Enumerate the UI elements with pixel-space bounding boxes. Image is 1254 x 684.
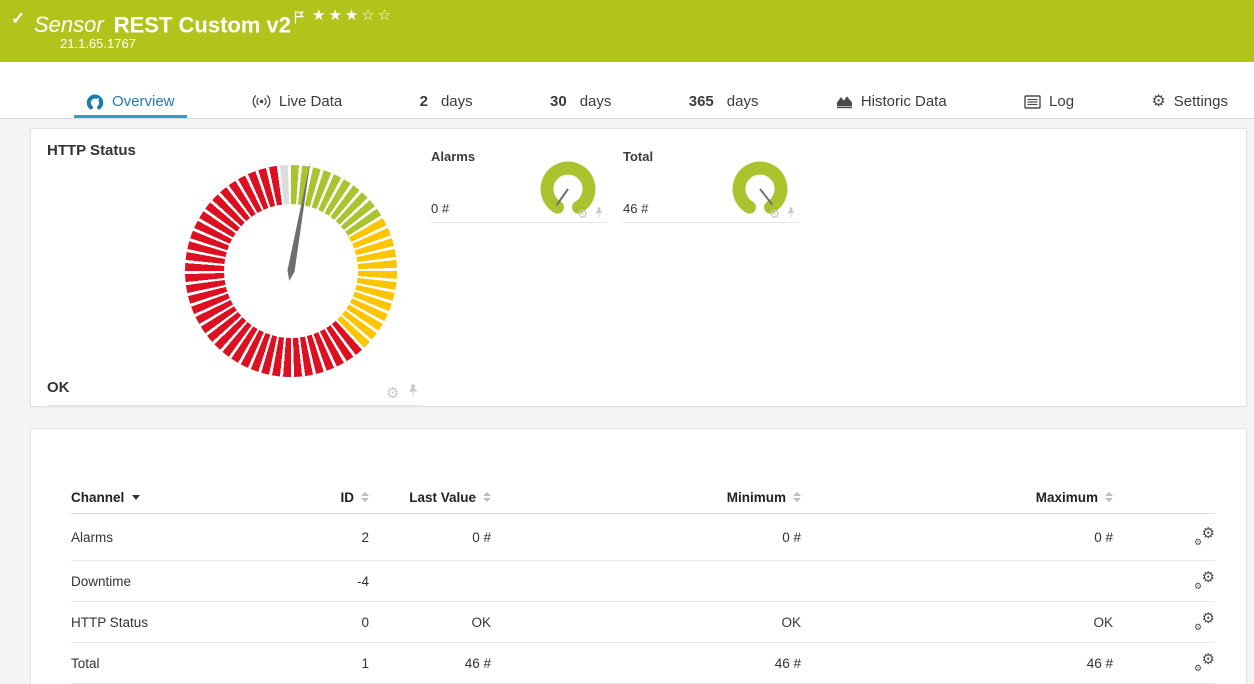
area-chart-icon	[836, 94, 853, 109]
tab-30-days-label: days	[580, 93, 612, 110]
column-header-maximum[interactable]: Maximum	[801, 490, 1113, 505]
column-header-minimum[interactable]: Minimum	[491, 490, 801, 505]
channel-maximum: 46 #	[801, 656, 1113, 671]
total-mini-panel: Total 46 # ⚙	[623, 149, 798, 223]
tab-365-days-label: days	[727, 93, 759, 110]
column-header-maximum-label: Maximum	[1036, 490, 1098, 505]
channel-id: 1	[301, 656, 369, 671]
channel-name: HTTP Status	[71, 615, 301, 630]
sensor-name: REST Custom v2	[114, 12, 291, 37]
http-status-gauge-title: HTTP Status	[47, 142, 136, 159]
channel-last-value: OK	[369, 615, 491, 630]
total-gauge-actions: ⚙	[769, 205, 796, 223]
gauge-icon	[86, 93, 104, 111]
tab-bar: Overview Live Data 2 days 30 days 365 da…	[0, 85, 1254, 119]
alarms-gauge-label: Alarms	[431, 149, 475, 164]
tab-365-days-number: 365	[689, 93, 714, 110]
channel-id: 2	[301, 530, 369, 545]
tab-30-days[interactable]: 30 days	[538, 85, 623, 118]
channel-id: -4	[301, 574, 369, 589]
status-ok-check-icon: ✓	[11, 9, 25, 29]
tab-historic-data[interactable]: Historic Data	[824, 85, 959, 118]
tab-overview-label: Overview	[112, 93, 175, 110]
tab-historic-data-label: Historic Data	[861, 93, 947, 110]
sensor-header: ✓ Sensor REST Custom v2 ★★★☆☆ 21.1.65.176…	[0, 0, 1254, 62]
sort-desc-icon	[132, 495, 140, 500]
channel-table-header: Channel ID Last Value Minimum Maximum	[71, 481, 1215, 514]
channel-last-value: 46 #	[369, 656, 491, 671]
sort-toggle-icon	[793, 492, 801, 502]
channel-id: 0	[301, 615, 369, 630]
channel-last-value: 0 #	[369, 530, 491, 545]
log-list-icon	[1024, 95, 1041, 109]
flag-icon[interactable]	[294, 4, 305, 30]
overview-gauges-panel: HTTP Status OK ⚙ Alarms 0 # ⚙	[30, 128, 1247, 407]
tab-log-label: Log	[1049, 93, 1074, 110]
alarms-gauge-value: 0 #	[431, 201, 449, 216]
tab-live-data[interactable]: Live Data	[240, 85, 354, 118]
total-gauge-value: 46 #	[623, 201, 648, 216]
channel-settings-gears-icon[interactable]: ⚙⚙	[1193, 571, 1215, 591]
total-gauge-label: Total	[623, 149, 653, 164]
gauge-settings-gear-icon[interactable]: ⚙	[577, 208, 588, 220]
priority-stars[interactable]: ★★★☆☆	[312, 6, 394, 24]
channel-minimum: 0 #	[491, 530, 801, 545]
channel-minimum: 46 #	[491, 656, 801, 671]
http-gauge-actions: ⚙	[386, 384, 419, 402]
http-status-value: OK	[47, 379, 70, 396]
column-header-last-value-label: Last Value	[409, 490, 476, 505]
channels-panel: Channel ID Last Value Minimum Maximum	[30, 428, 1247, 684]
table-row-total: Total 1 46 # 46 # 46 # ⚙⚙	[71, 643, 1215, 684]
page-content: HTTP Status OK ⚙ Alarms 0 # ⚙	[0, 119, 1254, 684]
channel-maximum: OK	[801, 615, 1113, 630]
channel-maximum: 0 #	[801, 530, 1113, 545]
live-signal-icon	[252, 94, 271, 109]
column-header-id[interactable]: ID	[301, 490, 369, 505]
tab-2-days[interactable]: 2 days	[408, 85, 485, 118]
gauge-settings-gear-icon[interactable]: ⚙	[386, 386, 399, 401]
column-header-last-value[interactable]: Last Value	[369, 490, 491, 505]
alarms-mini-panel: Alarms 0 # ⚙	[431, 149, 606, 223]
pin-icon[interactable]	[786, 205, 796, 223]
channel-minimum: OK	[491, 615, 801, 630]
object-type-label: Sensor	[34, 12, 104, 37]
tab-log[interactable]: Log	[1012, 85, 1086, 118]
table-row-downtime: Downtime -4 ⚙⚙	[71, 561, 1215, 602]
column-header-channel-label: Channel	[71, 490, 124, 505]
tab-settings[interactable]: ⚙ Settings	[1139, 85, 1240, 118]
tab-live-data-label: Live Data	[279, 93, 342, 110]
gauge-settings-gear-icon[interactable]: ⚙	[769, 208, 780, 220]
tab-2-days-label: days	[441, 93, 473, 110]
sort-toggle-icon	[483, 492, 491, 502]
sort-toggle-icon	[1105, 492, 1113, 502]
tab-settings-label: Settings	[1174, 93, 1228, 110]
tab-30-days-number: 30	[550, 93, 567, 110]
http-status-gauge	[185, 165, 397, 377]
tab-365-days[interactable]: 365 days	[677, 85, 771, 118]
tab-overview[interactable]: Overview	[74, 85, 187, 118]
channel-name: Alarms	[71, 530, 301, 545]
column-header-minimum-label: Minimum	[727, 490, 786, 505]
alarms-gauge-actions: ⚙	[577, 205, 604, 223]
channel-name: Total	[71, 656, 301, 671]
channel-settings-gears-icon[interactable]: ⚙⚙	[1193, 527, 1215, 547]
tab-2-days-number: 2	[420, 93, 428, 110]
channel-settings-gears-icon[interactable]: ⚙⚙	[1193, 653, 1215, 673]
pin-icon[interactable]	[407, 384, 419, 402]
gear-icon: ⚙	[1151, 94, 1165, 110]
table-row-alarms: Alarms 2 0 # 0 # 0 # ⚙⚙	[71, 514, 1215, 561]
channel-settings-gears-icon[interactable]: ⚙⚙	[1193, 612, 1215, 632]
column-header-id-label: ID	[341, 490, 355, 505]
sort-toggle-icon	[361, 492, 369, 502]
table-row-http-status: HTTP Status 0 OK OK OK ⚙⚙	[71, 602, 1215, 643]
column-header-channel[interactable]: Channel	[71, 490, 301, 505]
channel-table: Channel ID Last Value Minimum Maximum	[71, 481, 1215, 684]
sensor-title-line: Sensor REST Custom v2	[34, 4, 305, 38]
pin-icon[interactable]	[594, 205, 604, 223]
channel-name: Downtime	[71, 574, 301, 589]
http-panel-divider	[47, 405, 423, 406]
sensor-version: 21.1.65.1767	[60, 36, 136, 51]
